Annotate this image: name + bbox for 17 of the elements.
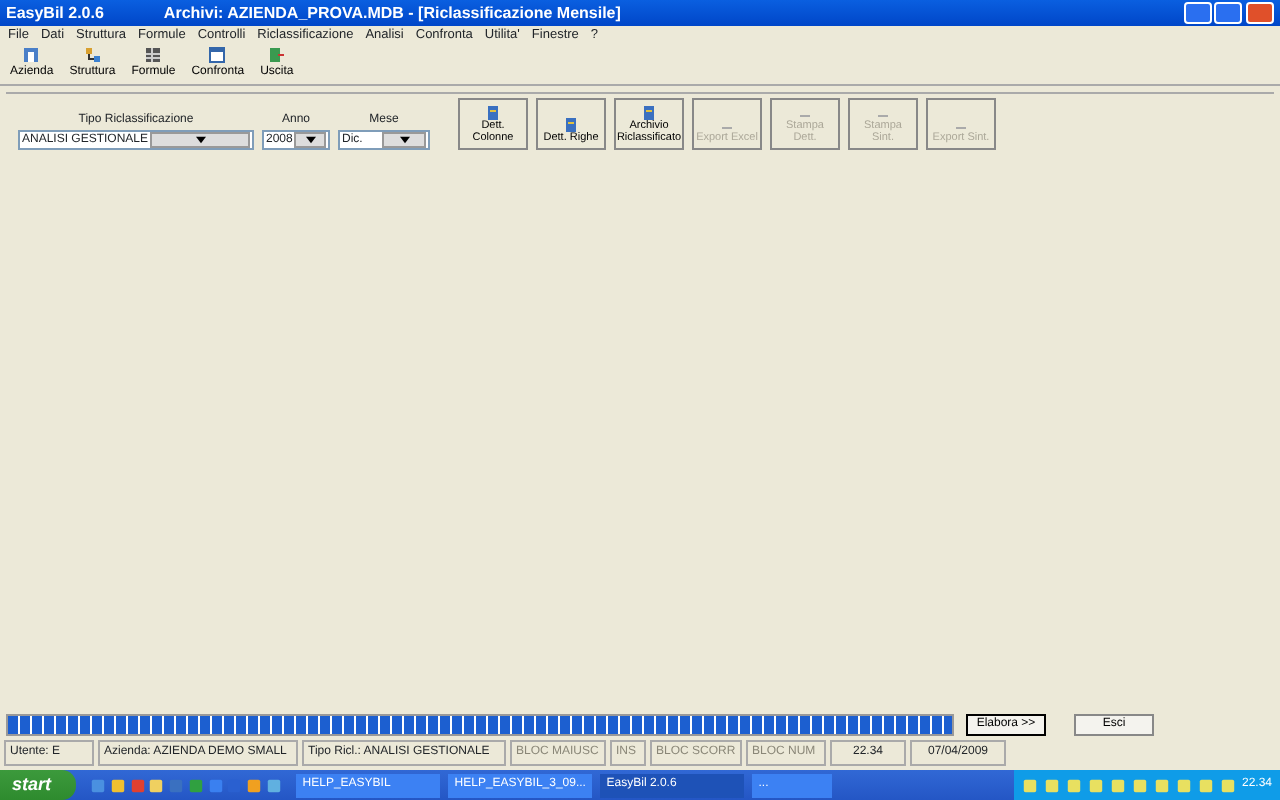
caret-icon — [196, 135, 207, 144]
tree-icon — [83, 46, 102, 64]
building-icon — [22, 46, 41, 64]
caret-icon — [306, 135, 317, 144]
minimize-button[interactable] — [1183, 2, 1211, 24]
door-icon — [267, 46, 286, 64]
window-title: Archivi: AZIENDA_PROVA.MDB - [Riclassificazione Mensile] — [163, 1, 623, 25]
caret-icon — [400, 135, 410, 144]
start-button[interactable]: start — [0, 770, 76, 800]
document-icon — [562, 116, 580, 135]
window-icon — [208, 46, 227, 64]
close-button[interactable] — [1246, 2, 1274, 24]
document-icon — [640, 104, 658, 123]
grid-icon — [144, 46, 163, 64]
document-icon — [484, 104, 502, 123]
restore-button[interactable] — [1214, 2, 1243, 24]
app-title: EasyBil 2.0.6 — [6, 1, 104, 25]
